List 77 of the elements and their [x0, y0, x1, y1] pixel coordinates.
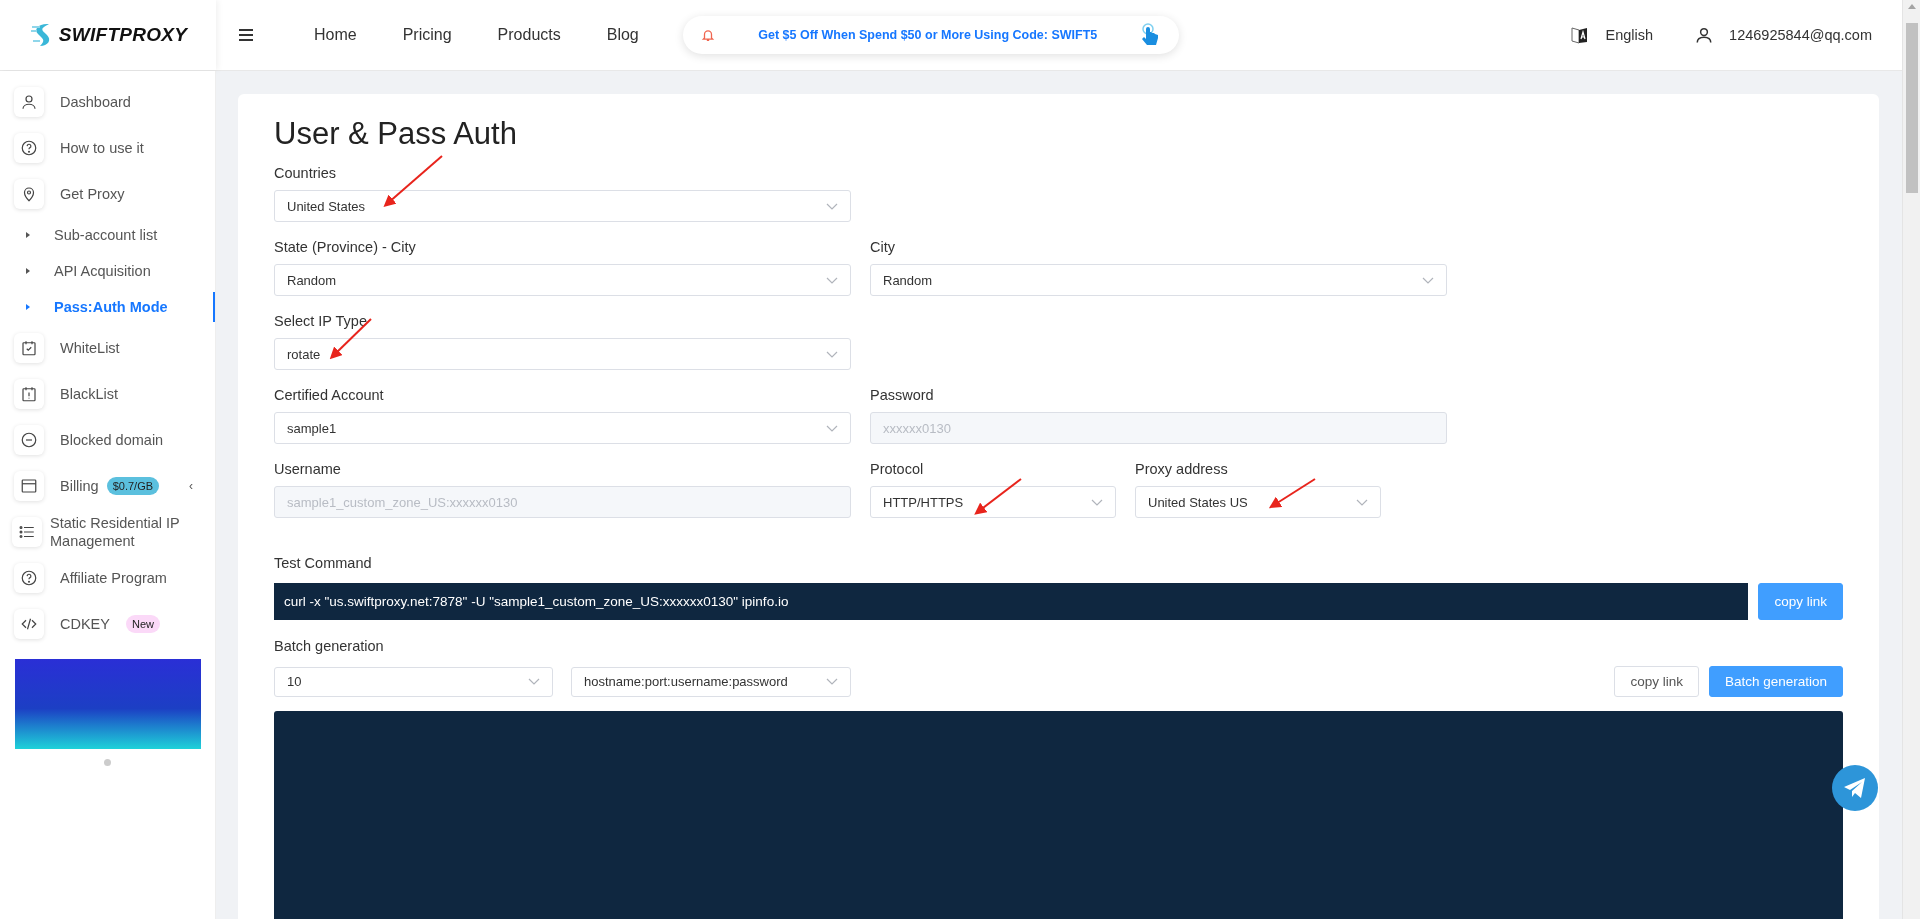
- user-icon[interactable]: [1695, 26, 1714, 44]
- sidebar-subitem[interactable]: Sub-account list: [0, 217, 215, 253]
- section-label: Batch generation: [274, 638, 384, 654]
- help-icon: [20, 139, 38, 157]
- annotation-arrow: [1268, 478, 1316, 509]
- annotation-arrow: [329, 318, 372, 360]
- select-field[interactable]: hostname:port:username:password: [571, 666, 851, 697]
- sidebar-item[interactable]: Get Proxy: [60, 186, 125, 202]
- collapse-toggle[interactable]: ‹: [189, 479, 193, 493]
- carousel-dot[interactable]: [104, 759, 111, 766]
- chevron-down-icon: [826, 350, 838, 358]
- annotation-arrow: [383, 155, 443, 207]
- chevron-down-icon: [826, 678, 838, 685]
- field-label: State (Province) - City: [274, 239, 417, 255]
- copy-link-button[interactable]: copy link: [1614, 666, 1699, 697]
- language-label[interactable]: English: [1605, 27, 1654, 43]
- field-label: Username: [274, 461, 342, 477]
- help-icon: [20, 569, 38, 587]
- sidebar-item[interactable]: WhiteList: [60, 340, 120, 356]
- field-label: Certified Account: [274, 387, 385, 403]
- chevron-down-icon: [1422, 276, 1434, 284]
- account-email[interactable]: 1246925844@qq.com: [1729, 27, 1872, 43]
- bell-icon: [700, 28, 715, 42]
- calendar-alert-icon: [20, 385, 38, 403]
- command-field[interactable]: curl -x "us.swiftproxy.net:7878" -U "sample1_custom_zone_US:xxxxxx0130" ipinfo.io: [274, 583, 1749, 620]
- field-label: Password: [870, 387, 935, 403]
- section-label: Test Command: [274, 555, 372, 571]
- sidebar-item[interactable]: CDKEY: [60, 616, 110, 632]
- sidebar-item[interactable]: Dashboard: [60, 94, 131, 110]
- scrollbar-thumb[interactable]: [1905, 23, 1918, 193]
- chevron-down-icon: [528, 678, 540, 685]
- logo-text: SWIFTPROXY: [58, 24, 188, 46]
- field-label: Countries: [274, 165, 338, 181]
- select-field[interactable]: United States: [274, 190, 851, 222]
- paper-plane-icon: [1843, 777, 1867, 799]
- field-label: Select IP Type: [274, 313, 368, 329]
- nav-link[interactable]: Home: [314, 26, 357, 44]
- field-label: Protocol: [870, 461, 925, 477]
- pointing-hand-icon: [1140, 23, 1159, 47]
- select-field[interactable]: Random: [274, 264, 851, 296]
- field-label: Proxy address: [1135, 461, 1229, 477]
- sidebar-item[interactable]: Affiliate Program: [60, 570, 167, 586]
- chevron-down-icon: [1091, 498, 1103, 506]
- calendar-check-icon: [20, 339, 38, 357]
- chevron-down-icon: [826, 276, 838, 284]
- select-field[interactable]: 10: [274, 666, 553, 697]
- chevron-down-icon: [826, 424, 838, 432]
- sidebar-subitem[interactable]: Pass:Auth Mode: [0, 289, 215, 325]
- sidebar-item[interactable]: Blocked domain: [60, 432, 164, 448]
- price-badge: $0.7/GB: [106, 477, 160, 495]
- field-label: City: [870, 239, 896, 255]
- select-field[interactable]: HTTP/HTTPS: [870, 486, 1116, 518]
- chevron-down-icon: [826, 202, 838, 210]
- promo-banner[interactable]: Get $5 Off When Spend $50 or More Using Code: SWIFT5: [682, 16, 1179, 54]
- select-field[interactable]: United States US: [1135, 486, 1381, 518]
- select-field[interactable]: rotate: [274, 338, 851, 370]
- annotation-arrow: [974, 478, 1022, 515]
- nav-link[interactable]: Products: [497, 26, 561, 44]
- nav-link[interactable]: Pricing: [402, 26, 452, 44]
- user-icon: [20, 93, 38, 111]
- chevron-down-icon: [1356, 498, 1368, 506]
- sidebar-item[interactable]: Billing: [60, 478, 99, 494]
- translate-icon[interactable]: [1569, 25, 1590, 45]
- box-icon: [20, 477, 38, 495]
- price-badge: New: [125, 615, 160, 633]
- list-icon: [18, 523, 36, 541]
- menu-icon[interactable]: [238, 29, 254, 41]
- select-field[interactable]: sample1: [274, 412, 851, 444]
- sidebar-item[interactable]: BlackList: [60, 386, 119, 402]
- nav-link[interactable]: Blog: [606, 26, 639, 44]
- sidebar-item[interactable]: How to use it: [60, 140, 144, 156]
- page-title: User & Pass Auth: [274, 116, 518, 152]
- ad-banner-placeholder[interactable]: [15, 659, 201, 749]
- minus-circle-icon: [20, 431, 38, 449]
- select-field[interactable]: Random: [870, 264, 1447, 296]
- sidebar-item[interactable]: Static Residential IP Management: [50, 513, 201, 551]
- sidebar-subitem[interactable]: API Acquisition: [0, 253, 215, 289]
